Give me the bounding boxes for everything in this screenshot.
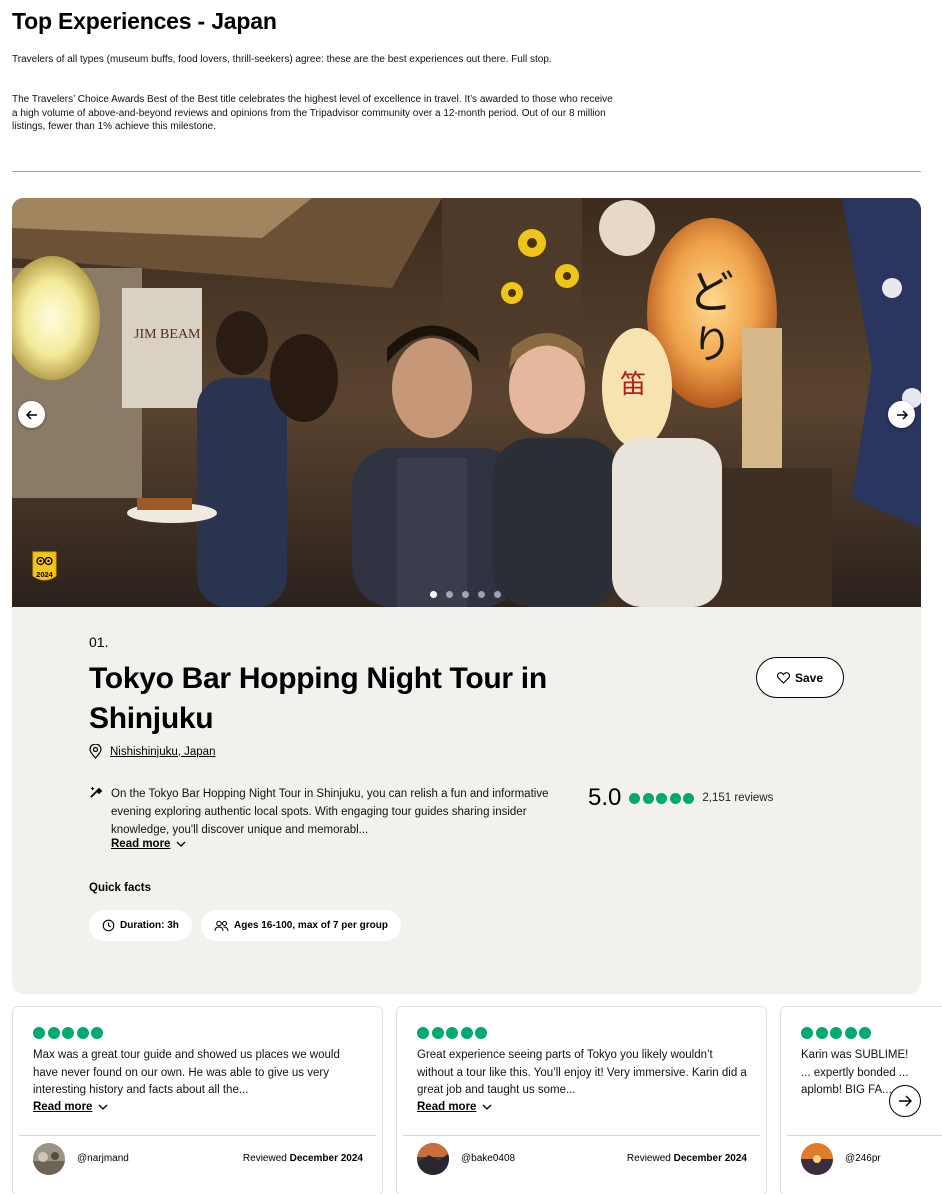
read-more-link[interactable]: Read more — [111, 838, 186, 850]
reviewer-handle[interactable]: @narjmand — [77, 1153, 129, 1164]
rating-bubble-icon — [830, 1027, 842, 1039]
review-text: Max was a great tour guide and showed us… — [33, 1049, 340, 1096]
reviewer-handle[interactable]: @bake0408 — [461, 1153, 515, 1164]
review-card[interactable]: Max was a great tour guide and showed us… — [12, 1006, 383, 1194]
group-size-label: Ages 16-100, max of 7 per group — [234, 920, 388, 931]
rating-bubble-icon — [417, 1027, 429, 1039]
review-rating-bubbles — [801, 1027, 871, 1039]
avatar[interactable] — [33, 1143, 65, 1175]
rating-bubble-icon — [446, 1027, 458, 1039]
rating-bubbles — [629, 792, 695, 804]
location: Nishishinjuku, Japan — [89, 744, 215, 759]
avatar[interactable] — [417, 1143, 449, 1175]
review-read-more-link[interactable]: Read more — [417, 1101, 492, 1113]
next-reviews-button[interactable] — [889, 1085, 921, 1117]
tour-description: On the Tokyo Bar Hopping Night Tour in S… — [111, 788, 549, 836]
rating-bubble-icon — [801, 1027, 813, 1039]
quick-facts-title: Quick facts — [89, 882, 151, 894]
review-rating-bubbles — [33, 1027, 103, 1039]
reviewer-handle[interactable]: @246pr — [845, 1153, 881, 1164]
carousel-dot[interactable] — [446, 591, 453, 598]
arrow-right-icon — [896, 409, 908, 420]
heart-icon — [776, 671, 790, 684]
clock-icon — [102, 919, 115, 932]
save-button[interactable]: Save — [756, 657, 844, 698]
tour-photo: JIM BEAM ど り 笛 — [12, 198, 921, 607]
read-more-label: Read more — [33, 1101, 93, 1113]
rating-bubble-icon — [844, 1027, 857, 1039]
review-date-value: December 2024 — [289, 1153, 363, 1164]
svg-text:JIM BEAM: JIM BEAM — [134, 327, 201, 342]
rating-bubble-icon — [431, 1027, 444, 1039]
review-date-value: December 2024 — [673, 1153, 747, 1164]
reviews-count[interactable]: 2,151 reviews — [702, 792, 773, 804]
review-date: Reviewed December 2024 — [627, 1153, 747, 1164]
chevron-down-icon — [176, 841, 186, 847]
read-more-label: Read more — [417, 1101, 477, 1113]
group-size-chip: Ages 16-100, max of 7 per group — [201, 910, 401, 941]
rating-bubble-icon — [91, 1027, 103, 1039]
rating-bubble-icon — [47, 1027, 60, 1039]
rating-bubble-icon — [460, 1027, 473, 1039]
location-link[interactable]: Nishishinjuku, Japan — [110, 746, 215, 758]
svg-text:ど: ど — [688, 265, 734, 319]
photo-carousel[interactable]: JIM BEAM ど り 笛 2024 — [12, 198, 921, 607]
review-read-more-link[interactable]: Read more — [33, 1101, 108, 1113]
rating-score: 5.0 — [588, 784, 622, 811]
rating-bubble-icon — [642, 792, 654, 804]
save-label: Save — [794, 670, 824, 685]
chevron-down-icon — [482, 1104, 492, 1110]
review-rating-bubbles — [417, 1027, 487, 1039]
listing-panel: 01. Tokyo Bar Hopping Night Tour in Shin… — [12, 607, 921, 994]
rating-bubble-icon — [683, 792, 695, 804]
map-pin-icon — [89, 744, 102, 759]
carousel-dot[interactable] — [462, 591, 469, 598]
rating-bubble-icon — [33, 1027, 45, 1039]
rating-bubble-icon — [475, 1027, 487, 1039]
rating-summary[interactable]: 5.0 2,151 reviews — [588, 784, 773, 812]
divider — [403, 1135, 760, 1136]
carousel-dot[interactable] — [494, 591, 501, 598]
previous-photo-button[interactable] — [18, 401, 45, 428]
reviewed-label: Reviewed — [242, 1153, 287, 1164]
rating-bubble-icon — [656, 792, 668, 804]
review-card[interactable]: Great experience seeing parts of Tokyo y… — [396, 1006, 767, 1194]
page-title: Top Experiences - Japan — [12, 8, 277, 34]
next-photo-button[interactable] — [888, 401, 915, 428]
awards-paragraph: The Travelers’ Choice Awards Best of the… — [12, 94, 613, 132]
duration-label: Duration: 3h — [120, 920, 179, 931]
rating-bubble-icon — [859, 1027, 871, 1039]
rating-bubble-icon — [669, 792, 681, 804]
badge-year: 2024 — [36, 570, 54, 579]
rank-number: 01. — [89, 634, 109, 650]
travelers-choice-badge-icon: 2024 — [32, 551, 57, 581]
carousel-dot[interactable] — [478, 591, 485, 598]
tour-title[interactable]: Tokyo Bar Hopping Night Tour in Shinjuku — [89, 659, 609, 739]
sparkle-pen-icon — [90, 786, 103, 798]
carousel-dots — [430, 591, 501, 598]
review-text: Great experience seeing parts of Tokyo y… — [417, 1049, 747, 1096]
divider — [787, 1135, 942, 1136]
group-icon — [214, 920, 229, 931]
rating-bubble-icon — [62, 1027, 74, 1039]
review-date: Reviewed December 2024 — [243, 1153, 363, 1164]
intro-paragraph: Travelers of all types (museum buffs, fo… — [12, 54, 552, 65]
rating-bubble-icon — [76, 1027, 89, 1039]
arrow-right-icon — [899, 1095, 912, 1107]
divider — [19, 1135, 376, 1136]
carousel-dot[interactable] — [430, 591, 437, 598]
svg-text:笛: 笛 — [620, 370, 646, 400]
chevron-down-icon — [98, 1104, 108, 1110]
read-more-label: Read more — [111, 838, 171, 850]
svg-text:り: り — [692, 322, 732, 368]
duration-chip: Duration: 3h — [89, 910, 192, 941]
divider — [12, 171, 921, 172]
rating-bubble-icon — [815, 1027, 828, 1039]
avatar[interactable] — [801, 1143, 833, 1175]
reviewed-label: Reviewed — [626, 1153, 671, 1164]
rating-bubble-icon — [629, 792, 641, 804]
arrow-left-icon — [25, 409, 37, 420]
